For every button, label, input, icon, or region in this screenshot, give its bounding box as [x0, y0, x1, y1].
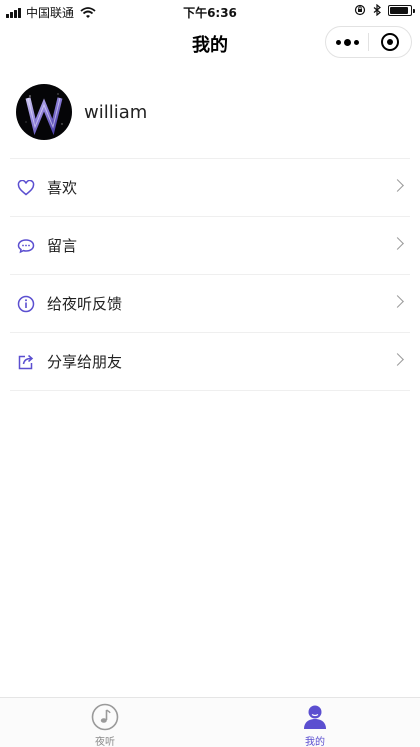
- chevron-right-icon: [391, 295, 404, 308]
- chevron-right-icon: [391, 353, 404, 366]
- info-icon: [16, 294, 36, 314]
- menu-item-comment[interactable]: 留言: [10, 217, 410, 275]
- menu-item-label: 给夜听反馈: [47, 295, 123, 313]
- share-icon: [16, 352, 36, 372]
- close-button[interactable]: [369, 27, 411, 57]
- more-dot-icon: [335, 39, 341, 45]
- more-dot-icon: [343, 38, 351, 46]
- menu-item-label: 留言: [47, 237, 78, 255]
- tab-label: 夜听: [95, 737, 115, 747]
- more-button[interactable]: [326, 27, 368, 57]
- user-icon: [301, 703, 329, 731]
- status-bar: 中国联通 下午6:36: [0, 0, 420, 22]
- status-right: [354, 4, 415, 16]
- battery-fill: [390, 6, 408, 14]
- menu-item-label: 喜欢: [47, 179, 78, 197]
- menu-item-feedback[interactable]: 给夜听反馈: [10, 275, 410, 333]
- comment-icon: [16, 236, 36, 256]
- tab-bar: 夜听 我的: [0, 697, 420, 747]
- heart-icon: [16, 178, 36, 198]
- orientation-lock-icon: [354, 4, 366, 16]
- menu-item-like[interactable]: 喜欢: [10, 159, 410, 217]
- username: william: [84, 101, 148, 123]
- tab-label: 我的: [305, 737, 325, 747]
- music-note-icon: [91, 703, 119, 731]
- tab-night-listen[interactable]: 夜听: [0, 698, 210, 747]
- miniprogram-capsule: [325, 26, 412, 58]
- profile-section: william: [16, 84, 147, 140]
- target-icon: [381, 33, 399, 51]
- avatar[interactable]: [16, 84, 72, 140]
- more-dot-icon: [353, 39, 359, 45]
- avatar-logo-icon: [25, 93, 63, 136]
- nav-bar: 我的: [0, 22, 420, 64]
- chevron-right-icon: [391, 179, 404, 192]
- chevron-right-icon: [391, 237, 404, 250]
- menu-list: 喜欢 留言 给夜听反馈 分享给朋友: [10, 158, 410, 391]
- menu-item-share[interactable]: 分享给朋友: [10, 333, 410, 391]
- menu-item-label: 分享给朋友: [47, 353, 123, 371]
- tab-mine[interactable]: 我的: [210, 698, 420, 747]
- bluetooth-icon: [373, 4, 381, 16]
- battery-icon: [388, 4, 415, 16]
